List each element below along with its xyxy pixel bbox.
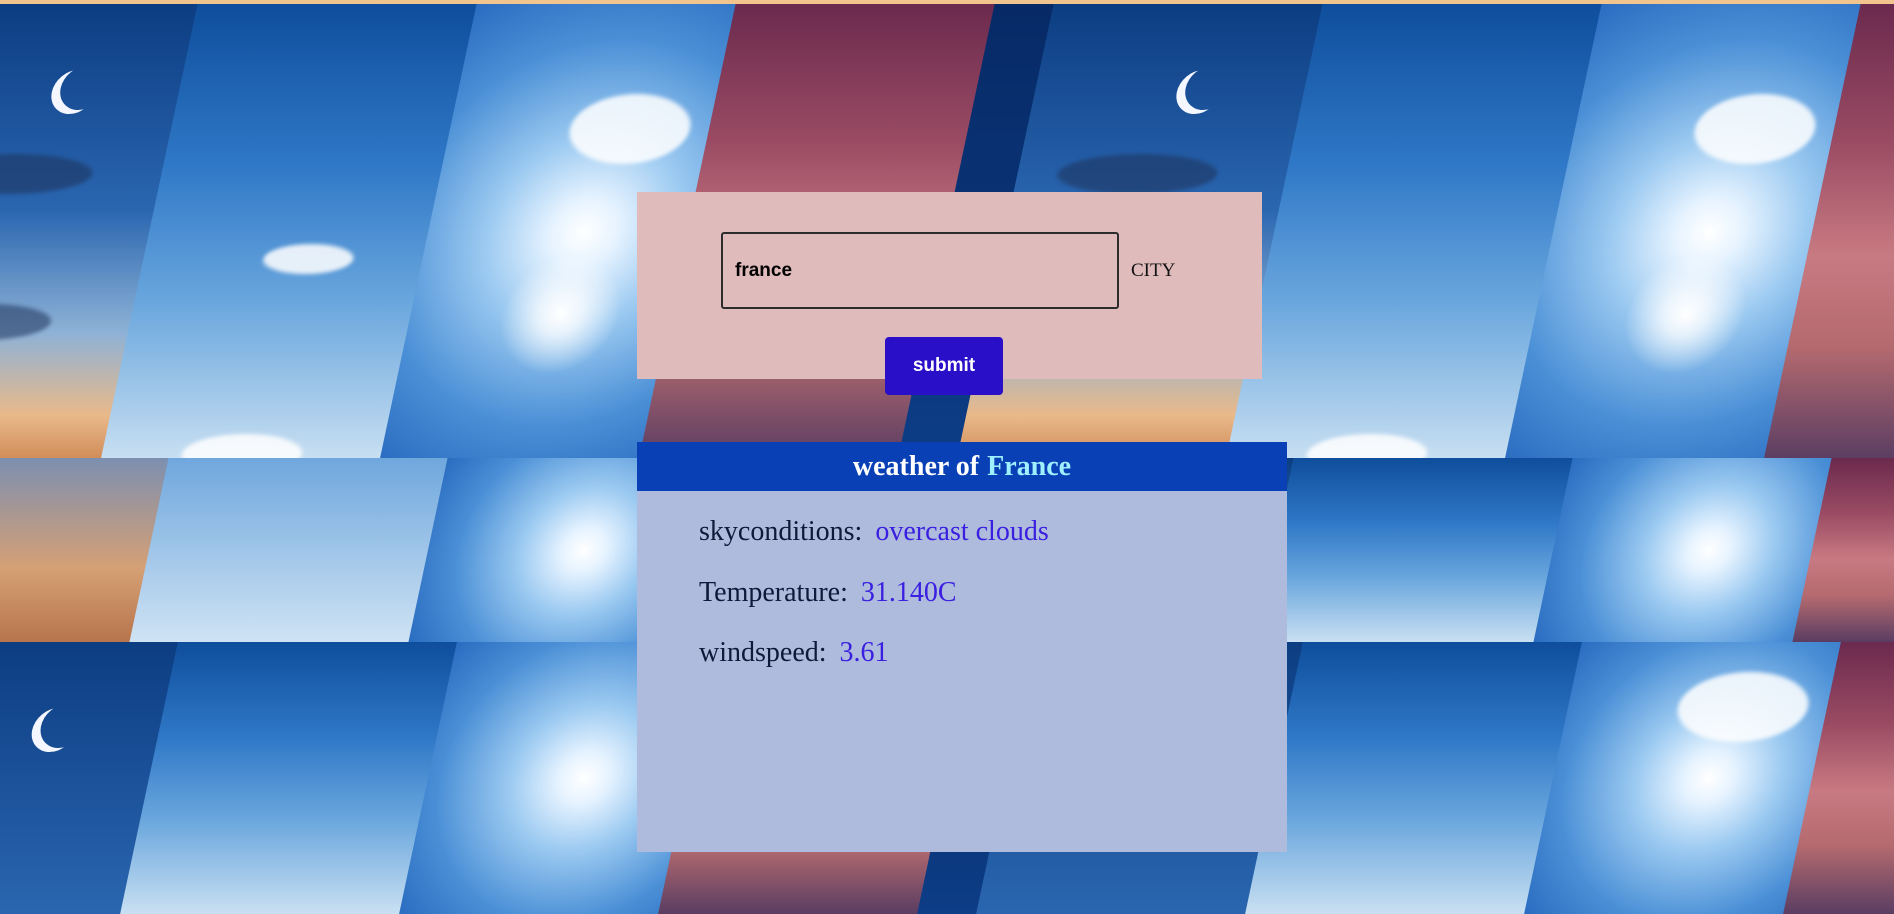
windspeed-value: 3.61 — [839, 637, 889, 668]
moon-icon — [1181, 66, 1234, 110]
sky-conditions-value: overcast clouds — [875, 516, 1049, 547]
cloud-icon — [1687, 94, 1823, 164]
sun-icon — [1612, 254, 1759, 374]
windspeed-row: windspeed: 3.61 — [699, 637, 889, 669]
cloud-icon — [260, 244, 357, 274]
cloud-icon — [177, 434, 307, 461]
submit-button[interactable]: submit — [885, 337, 1003, 395]
moon-icon — [36, 704, 89, 748]
day-sky-panel — [129, 458, 449, 642]
page: CITY submit weather of France skyconditi… — [0, 0, 1894, 914]
sun-icon — [487, 254, 634, 374]
city-input[interactable] — [721, 232, 1119, 309]
weather-results-panel: weather of France skyconditions: overcas… — [637, 442, 1287, 852]
cloud-icon — [1670, 672, 1816, 742]
city-search-form: CITY submit — [637, 192, 1262, 395]
results-header: weather of France — [637, 442, 1287, 491]
moon-icon — [56, 66, 109, 110]
cloud-icon — [0, 154, 97, 194]
temperature-value: 31.140C — [860, 577, 957, 608]
windspeed-label: windspeed: — [699, 637, 827, 668]
results-header-city: France — [987, 450, 1072, 482]
day-sky-panel — [1254, 458, 1574, 642]
cloud-icon — [1053, 154, 1222, 194]
top-border — [0, 0, 1894, 4]
city-label: CITY — [1131, 260, 1176, 281]
sky-conditions-row: skyconditions: overcast clouds — [699, 516, 1049, 548]
sky-conditions-label: skyconditions: — [699, 516, 863, 547]
cloud-icon — [1302, 434, 1432, 461]
temperature-row: Temperature: 31.140C — [699, 577, 957, 609]
sunny-sky-panel — [1533, 458, 1833, 642]
temperature-label: Temperature: — [699, 577, 848, 608]
cloud-icon — [562, 94, 698, 164]
results-header-prefix: weather of — [852, 450, 980, 482]
cloud-icon — [0, 304, 55, 340]
